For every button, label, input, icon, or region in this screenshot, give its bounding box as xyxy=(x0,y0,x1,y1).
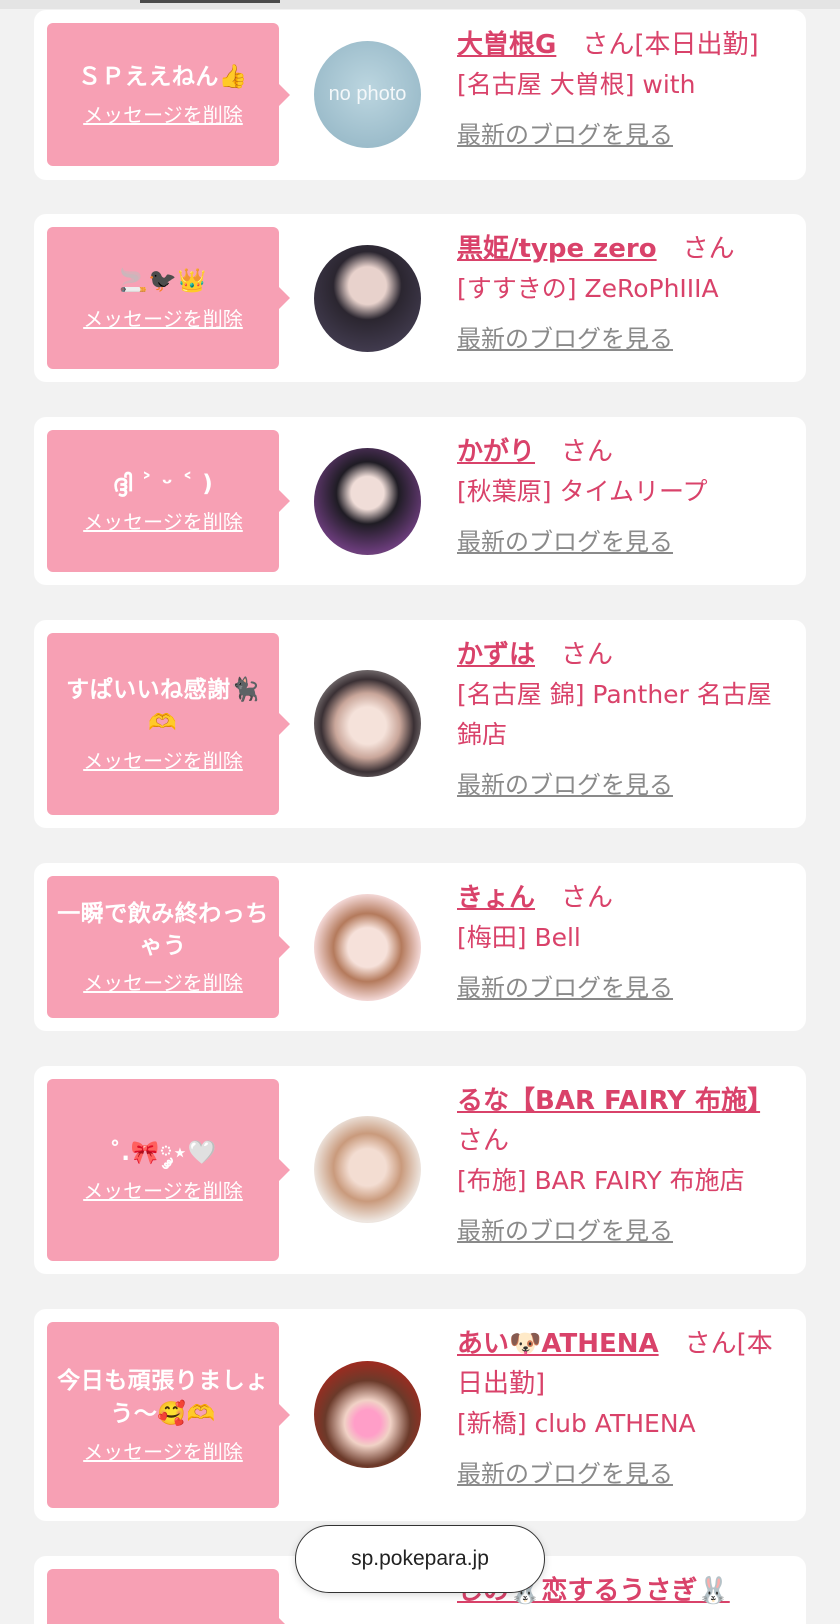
url-pill[interactable]: sp.pokepara.jp xyxy=(295,1525,545,1593)
name-line: きょん さん xyxy=(457,878,792,918)
honorific: さん xyxy=(682,234,735,264)
message-bubble: 🚬🐦‍⬛👑 メッセージを削除 xyxy=(47,227,290,369)
delete-message-link[interactable]: メッセージを削除 xyxy=(83,102,243,128)
delete-message-link[interactable]: メッセージを削除 xyxy=(83,306,243,332)
shop-label: [布施] BAR FAIRY 布施店 xyxy=(457,1166,745,1195)
message-bubble: ˚.🎀༘⋆🤍 メッセージを削除 xyxy=(47,1079,290,1261)
avatar[interactable] xyxy=(314,245,421,352)
delete-message-link[interactable]: メッセージを削除 xyxy=(83,970,243,996)
cast-info: るな【BAR FAIRY 布施】 さん [布施] BAR FAIRY 布施店 最… xyxy=(457,1081,792,1246)
cast-info: 黒姫/type zero さん [すすきの] ZeRoPhIIIA 最新のブログ… xyxy=(457,229,792,354)
name-line: かずは さん xyxy=(457,635,792,675)
message-text: ˚.🎀༘⋆🤍 xyxy=(109,1139,217,1166)
cast-name-link[interactable]: 黒姫/type zero xyxy=(457,234,657,264)
honorific: さん xyxy=(561,640,614,670)
favorite-card: ＳＰええねん👍 メッセージを削除 no photo 大曽根G さん[本日出勤] … xyxy=(34,10,806,180)
cast-name-link[interactable]: かずは xyxy=(457,640,535,670)
favorite-card: ˚.🎀༘⋆🤍 メッセージを削除 るな【BAR FAIRY 布施】 さん [布施]… xyxy=(34,1066,806,1274)
latest-blog-link[interactable]: 最新のブログを見る xyxy=(457,968,673,1003)
name-line: あい🐶ATHENA さん[本日出勤] xyxy=(457,1324,792,1404)
favorite-card: 一瞬で飲み終わっちゃう メッセージを削除 きょん さん [梅田] Bell 最新… xyxy=(34,863,806,1031)
latest-blog-link[interactable]: 最新のブログを見る xyxy=(457,115,673,150)
message-bubble xyxy=(47,1569,290,1624)
name-line: かがり さん xyxy=(457,432,792,472)
name-line: るな【BAR FAIRY 布施】 さん xyxy=(457,1081,792,1161)
top-bar xyxy=(0,0,840,9)
delete-message-link[interactable]: メッセージを削除 xyxy=(83,1439,243,1465)
latest-blog-link[interactable]: 最新のブログを見る xyxy=(457,1454,673,1489)
shop-label: [名古屋 大曽根] with xyxy=(457,70,696,99)
avatar[interactable] xyxy=(314,1361,421,1468)
favorite-card: ദ്ദി ˃ ᵕ ˂ ) メッセージを削除 かがり さん [秋葉原] タイムリー… xyxy=(34,417,806,585)
cast-name-link[interactable]: あい🐶ATHENA xyxy=(457,1329,659,1359)
cast-info: きょん さん [梅田] Bell 最新のブログを見る xyxy=(457,878,792,1003)
cast-name-link[interactable]: るな【BAR FAIRY 布施】 xyxy=(457,1086,760,1116)
no-photo-label: no photo xyxy=(328,83,407,105)
avatar[interactable] xyxy=(314,670,421,777)
cast-name-link[interactable]: きょん xyxy=(457,883,535,913)
honorific: さん xyxy=(457,1126,510,1156)
cast-name-link[interactable]: かがり xyxy=(457,437,535,467)
latest-blog-link[interactable]: 最新のブログを見る xyxy=(457,1211,673,1246)
delete-message-link[interactable]: メッセージを削除 xyxy=(83,509,243,535)
latest-blog-link[interactable]: 最新のブログを見る xyxy=(457,319,673,354)
top-indicator xyxy=(140,0,280,3)
message-text: ദ്ദി ˃ ᵕ ˂ ) xyxy=(112,470,214,497)
message-bubble: ദ്ദി ˃ ᵕ ˂ ) メッセージを削除 xyxy=(47,430,290,572)
shop-label: [すすきの] ZeRoPhIIIA xyxy=(457,274,719,303)
message-bubble: 今日も頑張りましょう〜🥰🫶 メッセージを削除 xyxy=(47,1322,290,1508)
message-text: 🚬🐦‍⬛👑 xyxy=(119,267,207,294)
delete-message-link[interactable]: メッセージを削除 xyxy=(83,1178,243,1204)
favorite-card: 🚬🐦‍⬛👑 メッセージを削除 黒姫/type zero さん [すすきの] Ze… xyxy=(34,214,806,382)
honorific: さん xyxy=(561,883,614,913)
name-line: 大曽根G さん[本日出勤] xyxy=(457,25,792,65)
avatar[interactable] xyxy=(314,1116,421,1223)
honorific: さん xyxy=(684,1329,737,1359)
latest-blog-link[interactable]: 最新のブログを見る xyxy=(457,765,673,800)
shop-label: [梅田] Bell xyxy=(457,923,581,952)
favorite-card: 今日も頑張りましょう〜🥰🫶 メッセージを削除 あい🐶ATHENA さん[本日出勤… xyxy=(34,1309,806,1521)
cast-info: あい🐶ATHENA さん[本日出勤] [新橋] club ATHENA 最新のブ… xyxy=(457,1324,792,1489)
latest-blog-link[interactable]: 最新のブログを見る xyxy=(457,522,673,557)
status-badge: [本日出勤] xyxy=(634,30,759,60)
honorific: さん xyxy=(582,30,635,60)
message-text: すぱいいね感謝🐈‍⬛🫶 xyxy=(66,677,260,736)
message-bubble: ＳＰええねん👍 メッセージを削除 xyxy=(47,23,290,166)
message-bubble: 一瞬で飲み終わっちゃう メッセージを削除 xyxy=(47,876,290,1018)
honorific: さん xyxy=(561,437,614,467)
cast-name-link[interactable]: 大曽根G xyxy=(457,30,556,60)
cast-info: 大曽根G さん[本日出勤] [名古屋 大曽根] with 最新のブログを見る xyxy=(457,25,792,150)
name-line: 黒姫/type zero さん xyxy=(457,229,792,269)
favorite-card: すぱいいね感謝🐈‍⬛🫶 メッセージを削除 かずは さん [名古屋 錦] Pant… xyxy=(34,620,806,828)
avatar[interactable]: no photo xyxy=(314,41,421,148)
message-text: 今日も頑張りましょう〜🥰🫶 xyxy=(57,1368,269,1427)
shop-label: [名古屋 錦] Panther 名古屋錦店 xyxy=(457,680,772,749)
shop-label: [新橋] club ATHENA xyxy=(457,1409,696,1438)
cast-info: かがり さん [秋葉原] タイムリープ 最新のブログを見る xyxy=(457,432,792,557)
message-text: 一瞬で飲み終わっちゃう xyxy=(57,901,269,959)
avatar[interactable] xyxy=(314,448,421,555)
avatar[interactable] xyxy=(314,894,421,1001)
message-bubble: すぱいいね感謝🐈‍⬛🫶 メッセージを削除 xyxy=(47,633,290,815)
message-text: ＳＰええねん👍 xyxy=(77,64,249,90)
delete-message-link[interactable]: メッセージを削除 xyxy=(83,748,243,774)
shop-label: [秋葉原] タイムリープ xyxy=(457,477,708,506)
cast-info: かずは さん [名古屋 錦] Panther 名古屋錦店 最新のブログを見る xyxy=(457,635,792,800)
